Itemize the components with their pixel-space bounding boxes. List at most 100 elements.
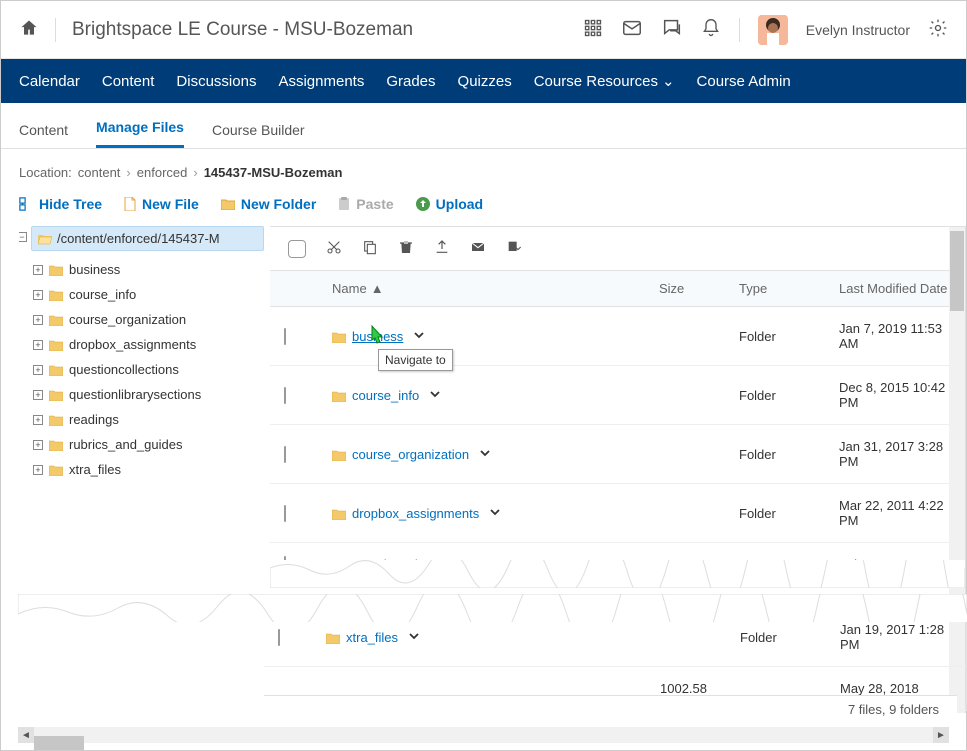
tree-item[interactable]: + course_organization <box>33 307 264 332</box>
apps-icon[interactable] <box>583 18 603 41</box>
tree-item-label: questionlibrarysections <box>69 387 201 402</box>
home-icon[interactable] <box>19 18 39 41</box>
chevron-right-icon: › <box>126 165 130 180</box>
subtabs: Content Manage Files Course Builder <box>1 103 966 149</box>
file-name-link[interactable]: course_info <box>352 388 419 403</box>
row-checkbox[interactable] <box>284 505 286 522</box>
crumb-enforced[interactable]: enforced <box>137 165 188 180</box>
breadcrumb: Location: content › enforced › 145437-MS… <box>1 149 966 190</box>
new-folder-button[interactable]: New Folder <box>221 196 316 212</box>
chevron-down-icon[interactable] <box>479 447 491 462</box>
tab-content[interactable]: Content <box>19 122 68 148</box>
table-row: course_infoFolderDec 8, 2015 10:42 PM <box>270 366 965 425</box>
course-title: Brightspace LE Course - MSU-Bozeman <box>72 19 413 41</box>
upload-action-icon[interactable] <box>434 239 450 258</box>
expand-icon[interactable]: + <box>33 440 43 450</box>
scrollbar-thumb[interactable] <box>34 736 84 750</box>
nav-course-admin[interactable]: Course Admin <box>697 73 791 90</box>
row-checkbox[interactable] <box>284 446 286 463</box>
more-action-icon[interactable] <box>506 239 522 258</box>
nav-grades[interactable]: Grades <box>386 73 435 90</box>
expand-icon[interactable]: + <box>33 415 43 425</box>
tree-item[interactable]: + questionlibrarysections <box>33 382 264 407</box>
collapse-icon[interactable]: − <box>19 232 27 242</box>
tree-item[interactable]: +course_info <box>33 282 264 307</box>
expand-icon[interactable]: + <box>33 290 43 300</box>
username[interactable]: Evelyn Instructor <box>806 22 910 38</box>
file-type: Folder <box>725 366 825 425</box>
chevron-down-icon[interactable] <box>429 388 441 403</box>
chevron-down-icon: ⌄ <box>662 73 675 90</box>
scrollbar-thumb[interactable] <box>950 231 964 311</box>
chevron-down-icon[interactable] <box>489 506 501 521</box>
tree-item-label: business <box>69 262 120 277</box>
col-type[interactable]: Type <box>725 271 825 307</box>
folder-icon <box>332 331 346 343</box>
tab-course-builder[interactable]: Course Builder <box>212 122 305 148</box>
nav-assignments[interactable]: Assignments <box>278 73 364 90</box>
folder-icon <box>332 508 346 520</box>
crumb-content[interactable]: content <box>78 165 121 180</box>
col-date[interactable]: Last Modified Date <box>825 271 965 307</box>
cut-icon[interactable] <box>326 239 342 258</box>
expand-icon[interactable]: + <box>33 265 43 275</box>
avatar[interactable] <box>758 15 788 45</box>
nav-content[interactable]: Content <box>102 73 155 90</box>
nav-quizzes[interactable]: Quizzes <box>458 73 512 90</box>
tree-item[interactable]: + dropbox_assignments <box>33 332 264 357</box>
gear-icon[interactable] <box>928 18 948 41</box>
nav-course-resources[interactable]: Course Resources⌄ <box>534 72 675 90</box>
file-name-link[interactable]: dropbox_assignments <box>352 506 479 521</box>
row-checkbox[interactable] <box>284 328 286 345</box>
location-label: Location: <box>19 165 72 180</box>
tree-item[interactable]: + business <box>33 257 264 282</box>
divider <box>55 18 56 42</box>
copy-icon[interactable] <box>362 239 378 258</box>
table-row: businessFolderJan 7, 2019 11:53 AM <box>270 307 965 366</box>
file-name-link[interactable]: course_organization <box>352 447 469 462</box>
col-size[interactable]: Size <box>645 271 725 307</box>
expand-icon[interactable]: + <box>33 390 43 400</box>
file-type: Folder <box>725 484 825 543</box>
tree-item[interactable]: +questioncollections <box>33 357 264 382</box>
folder-icon <box>49 339 63 351</box>
tree-item[interactable]: +readings <box>33 407 264 432</box>
tree-item-label: course_organization <box>69 312 186 327</box>
mail-icon[interactable] <box>621 17 643 42</box>
file-name-link[interactable]: business <box>352 329 403 344</box>
mail-action-icon[interactable] <box>470 239 486 258</box>
tab-manage-files[interactable]: Manage Files <box>96 119 184 148</box>
row-checkbox[interactable] <box>284 387 286 404</box>
expand-icon[interactable]: + <box>33 365 43 375</box>
hide-tree-button[interactable]: Hide Tree <box>19 196 102 212</box>
folder-icon <box>49 414 63 426</box>
tree-items: +business+course_info+course_organizatio… <box>19 251 264 482</box>
bell-icon[interactable] <box>701 18 721 41</box>
horizontal-scrollbar[interactable]: ◄ ► <box>18 727 949 743</box>
upload-button[interactable]: Upload <box>416 196 483 212</box>
tree-item-label: dropbox_assignments <box>69 337 196 352</box>
scroll-left-icon[interactable]: ◄ <box>18 727 34 743</box>
file-name-link[interactable]: xtra_files <box>346 630 398 645</box>
tree-root[interactable]: /content/enforced/145437-M <box>31 226 264 251</box>
expand-icon[interactable]: + <box>33 340 43 350</box>
chat-icon[interactable] <box>661 17 683 42</box>
chevron-down-icon[interactable] <box>408 630 420 645</box>
nav-calendar[interactable]: Calendar <box>19 73 80 90</box>
tree-item[interactable]: + xtra_files <box>33 457 264 482</box>
chevron-down-icon[interactable] <box>413 329 425 344</box>
folder-icon <box>49 264 63 276</box>
expand-icon[interactable]: + <box>33 315 43 325</box>
nav-discussions[interactable]: Discussions <box>176 73 256 90</box>
folder-icon <box>49 289 63 301</box>
trash-icon[interactable] <box>398 239 414 258</box>
row-checkbox[interactable] <box>278 629 280 646</box>
crumb-current: 145437-MSU-Bozeman <box>204 165 343 180</box>
expand-icon[interactable]: + <box>33 465 43 475</box>
tree-item[interactable]: +rubrics_and_guides <box>33 432 264 457</box>
new-file-button[interactable]: New File <box>124 196 199 212</box>
scroll-right-icon[interactable]: ► <box>933 727 949 743</box>
select-all-checkbox[interactable] <box>288 240 306 258</box>
col-name[interactable]: Name▲ <box>318 271 645 307</box>
tree-item-label: xtra_files <box>69 462 121 477</box>
